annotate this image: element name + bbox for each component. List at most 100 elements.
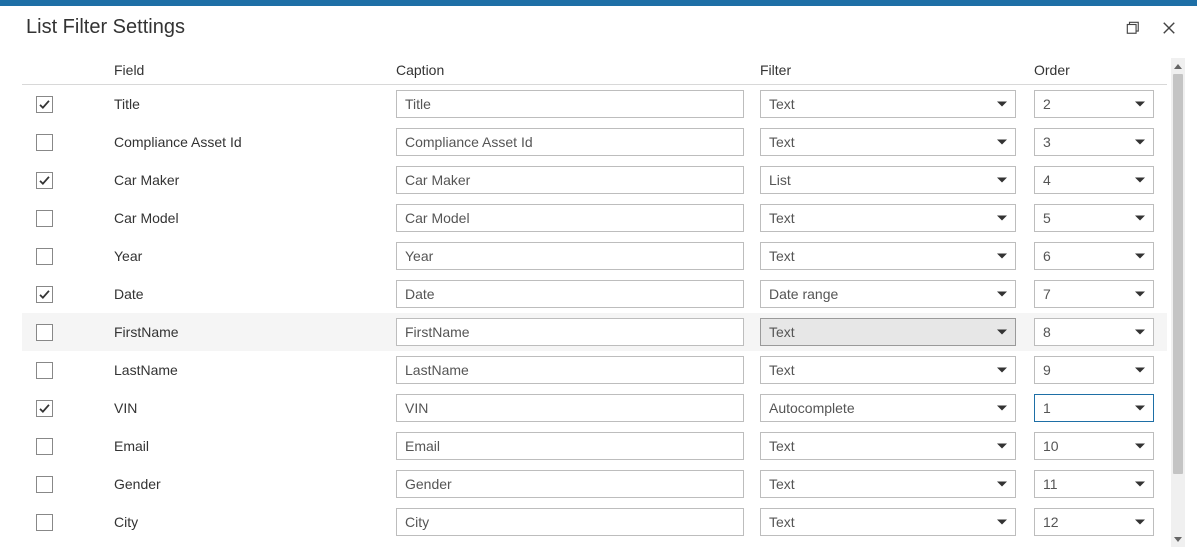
order-select[interactable]: 12: [1034, 508, 1154, 536]
row-checkbox[interactable]: [36, 210, 53, 227]
row-checkbox[interactable]: [36, 324, 53, 341]
scroll-thumb[interactable]: [1173, 74, 1183, 474]
chevron-down-icon: [997, 482, 1007, 487]
order-select[interactable]: 4: [1034, 166, 1154, 194]
row-checkbox[interactable]: [36, 438, 53, 455]
field-label: FirstName: [114, 324, 179, 340]
scroll-down-button[interactable]: [1171, 531, 1185, 547]
order-select[interactable]: 10: [1034, 432, 1154, 460]
chevron-down-icon: [997, 140, 1007, 145]
row-checkbox[interactable]: [36, 400, 53, 417]
filter-select-value: Text: [769, 324, 795, 340]
filter-select[interactable]: List: [760, 166, 1016, 194]
caption-input[interactable]: [396, 280, 744, 308]
field-label: Year: [114, 248, 142, 264]
caption-input[interactable]: [396, 204, 744, 232]
filter-select[interactable]: Date range: [760, 280, 1016, 308]
field-cell: City: [110, 514, 392, 530]
order-select[interactable]: 9: [1034, 356, 1154, 384]
caption-input[interactable]: [396, 242, 744, 270]
filter-select[interactable]: Text: [760, 470, 1016, 498]
caption-cell: [392, 318, 756, 346]
maximize-button[interactable]: [1125, 20, 1141, 36]
filter-select-value: Text: [769, 134, 795, 150]
dialog-header: List Filter Settings: [0, 6, 1197, 53]
scroll-up-button[interactable]: [1171, 58, 1185, 74]
row-checkbox[interactable]: [36, 514, 53, 531]
order-select[interactable]: 2: [1034, 90, 1154, 118]
order-select-value: 7: [1043, 286, 1051, 302]
order-select[interactable]: 8: [1034, 318, 1154, 346]
row-check-cell: [22, 172, 110, 189]
field-label: Email: [114, 438, 149, 454]
filter-cell: Autocomplete: [756, 394, 1030, 422]
caption-input[interactable]: [396, 128, 744, 156]
caption-input[interactable]: [396, 318, 744, 346]
chevron-down-icon: [1174, 537, 1182, 542]
caption-input[interactable]: [396, 470, 744, 498]
field-cell: Car Model: [110, 210, 392, 226]
vertical-scrollbar[interactable]: [1171, 58, 1185, 547]
filter-select[interactable]: Text: [760, 318, 1016, 346]
caption-input[interactable]: [396, 166, 744, 194]
table-row: VIN Autocomplete 1: [22, 389, 1167, 427]
chevron-down-icon: [1135, 368, 1145, 373]
filter-select[interactable]: Text: [760, 90, 1016, 118]
order-select[interactable]: 7: [1034, 280, 1154, 308]
order-select-value: 11: [1043, 476, 1058, 492]
header-caption: Caption: [392, 62, 756, 78]
field-label: City: [114, 514, 138, 530]
order-cell: 9: [1030, 356, 1167, 384]
caption-input[interactable]: [396, 394, 744, 422]
chevron-down-icon: [1135, 444, 1145, 449]
filter-select[interactable]: Text: [760, 242, 1016, 270]
caption-cell: [392, 166, 756, 194]
filter-cell: Text: [756, 242, 1030, 270]
row-checkbox[interactable]: [36, 286, 53, 303]
order-select[interactable]: 1: [1034, 394, 1154, 422]
order-select-value: 9: [1043, 362, 1051, 378]
caption-input[interactable]: [396, 90, 744, 118]
maximize-icon: [1126, 21, 1140, 35]
table-row: Car Maker List 4: [22, 161, 1167, 199]
order-cell: 4: [1030, 166, 1167, 194]
filter-select[interactable]: Autocomplete: [760, 394, 1016, 422]
order-cell: 12: [1030, 508, 1167, 536]
table-row: Title Text 2: [22, 85, 1167, 123]
caption-input[interactable]: [396, 432, 744, 460]
order-select[interactable]: 6: [1034, 242, 1154, 270]
row-check-cell: [22, 210, 110, 227]
row-check-cell: [22, 286, 110, 303]
filter-select[interactable]: Text: [760, 508, 1016, 536]
table-row: City Text 12: [22, 503, 1167, 541]
chevron-down-icon: [1135, 178, 1145, 183]
close-button[interactable]: [1161, 20, 1177, 36]
field-cell: Compliance Asset Id: [110, 134, 392, 150]
row-checkbox[interactable]: [36, 96, 53, 113]
checkmark-icon: [38, 402, 51, 415]
table-row: Gender Text 11: [22, 465, 1167, 503]
caption-input[interactable]: [396, 356, 744, 384]
filter-select[interactable]: Text: [760, 204, 1016, 232]
field-cell: Year: [110, 248, 392, 264]
row-checkbox[interactable]: [36, 172, 53, 189]
header-field: Field: [110, 62, 392, 78]
chevron-down-icon: [1135, 102, 1145, 107]
row-checkbox[interactable]: [36, 248, 53, 265]
order-cell: 10: [1030, 432, 1167, 460]
filter-select[interactable]: Text: [760, 128, 1016, 156]
checkmark-icon: [38, 288, 51, 301]
filter-select[interactable]: Text: [760, 432, 1016, 460]
filter-select[interactable]: Text: [760, 356, 1016, 384]
caption-input[interactable]: [396, 508, 744, 536]
caption-cell: [392, 394, 756, 422]
filter-cell: Text: [756, 204, 1030, 232]
order-select[interactable]: 5: [1034, 204, 1154, 232]
filter-select-value: Date range: [769, 286, 838, 302]
order-select[interactable]: 11: [1034, 470, 1154, 498]
row-checkbox[interactable]: [36, 476, 53, 493]
row-checkbox[interactable]: [36, 362, 53, 379]
row-checkbox[interactable]: [36, 134, 53, 151]
order-select[interactable]: 3: [1034, 128, 1154, 156]
field-label: VIN: [114, 400, 137, 416]
